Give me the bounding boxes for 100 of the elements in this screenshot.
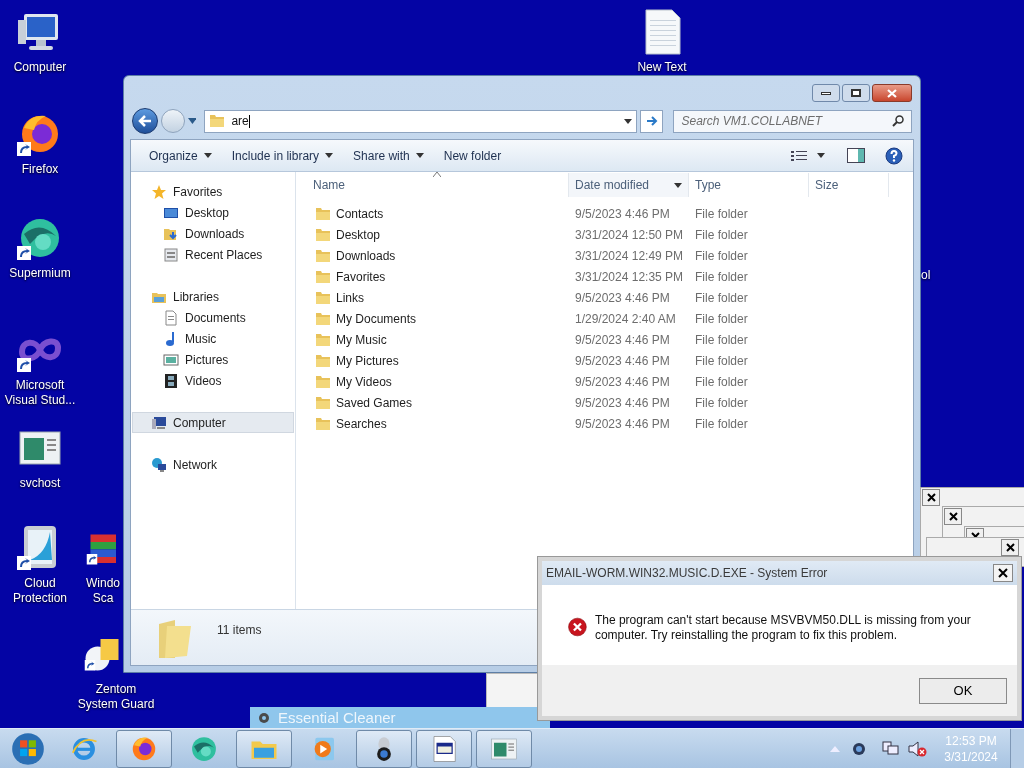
- back-arrow-icon: [137, 115, 152, 127]
- help-icon[interactable]: [885, 146, 903, 165]
- date-cell-text: 9/5/2023 4:46 PM: [574, 352, 671, 370]
- file-row[interactable]: Searches 9/5/2023 4:46 PM File folder: [297, 413, 912, 434]
- ok-button[interactable]: OK: [919, 677, 1007, 704]
- file-name: Downloads: [336, 247, 396, 265]
- nav-item[interactable]: Desktop: [132, 202, 294, 223]
- file-name: Searches: [336, 415, 387, 433]
- file-row[interactable]: My Documents 1/29/2024 2:40 AM File folder: [297, 308, 912, 329]
- taskbar-button[interactable]: [356, 729, 412, 768]
- history-caret-icon: [187, 118, 197, 124]
- toolbar-button[interactable]: Share with: [343, 143, 434, 168]
- caret-icon: [415, 153, 424, 158]
- nav-item[interactable]: Computer: [132, 412, 294, 433]
- search-icon: [892, 115, 904, 127]
- folder-icon: [315, 353, 331, 368]
- icon-label[interactable]: Windo Sca: [84, 576, 122, 606]
- folder-icon: [315, 290, 331, 305]
- file-name: Contacts: [336, 205, 384, 223]
- column-header[interactable]: Size: [809, 173, 889, 197]
- toolbar-button[interactable]: New folder: [433, 143, 512, 168]
- icon-label[interactable]: Zentom System Guard: [74, 682, 158, 712]
- icon-label[interactable]: Computer: [13, 60, 67, 75]
- go-button[interactable]: [639, 109, 664, 133]
- file-row[interactable]: My Music 9/5/2023 4:46 PM File folder: [297, 329, 912, 350]
- nav-item[interactable]: Recent Places: [132, 244, 294, 265]
- date-cell-text: 1/29/2024 2:40 AM: [574, 310, 677, 328]
- monitor-icon: [151, 414, 167, 431]
- close-button[interactable]: [1001, 539, 1019, 556]
- date-cell-text: 3/31/2024 12:50 PM: [574, 226, 685, 244]
- folder-icon: [315, 416, 331, 431]
- toolbar-button[interactable]: Organize: [139, 143, 222, 168]
- file-name: Links: [336, 289, 364, 307]
- file-name: My Music: [336, 331, 387, 349]
- caret-icon: [203, 153, 212, 158]
- nav-item[interactable]: Libraries: [132, 286, 294, 307]
- close-button[interactable]: [922, 489, 940, 506]
- date-cell-text: 9/5/2023 4:46 PM: [574, 205, 671, 223]
- toolbar-button[interactable]: Include in library: [221, 143, 344, 168]
- search-field[interactable]: Search VM1.COLLABNET: [673, 109, 912, 133]
- close-button[interactable]: [944, 508, 962, 525]
- nav-item[interactable]: Documents: [132, 307, 294, 328]
- icon-label[interactable]: Cloud Protection: [0, 576, 80, 606]
- icon-label: ol: [921, 267, 931, 284]
- file-row[interactable]: My Videos 9/5/2023 4:46 PM File folder: [297, 371, 912, 392]
- column-header[interactable]: Type: [689, 173, 809, 197]
- close-button[interactable]: [872, 84, 912, 102]
- type-cell-text: File folder: [694, 226, 749, 244]
- tray-app-icon[interactable]: [852, 741, 866, 756]
- icon-label[interactable]: New Text: [637, 60, 687, 75]
- back-button[interactable]: [132, 108, 158, 134]
- network-globe-icon: [151, 456, 167, 473]
- icon-label[interactable]: Microsoft Visual Stud...: [0, 378, 80, 408]
- address-field[interactable]: are: [204, 109, 637, 133]
- icon-label[interactable]: Supermium: [9, 266, 71, 281]
- close-button[interactable]: [993, 564, 1013, 582]
- file-name: Desktop: [336, 226, 381, 244]
- file-row[interactable]: Contacts 9/5/2023 4:46 PM File folder: [297, 203, 912, 224]
- date-cell-text: 9/5/2023 4:46 PM: [574, 415, 671, 433]
- recent-places-icon: [163, 246, 179, 263]
- nav-item[interactable]: Network: [132, 454, 294, 475]
- file-row[interactable]: Downloads 3/31/2024 12:49 PM File folder: [297, 245, 912, 266]
- folder-icon: [315, 269, 331, 284]
- maximize-button[interactable]: [842, 84, 870, 102]
- sort-caret-icon: [433, 172, 441, 177]
- nav-item[interactable]: Downloads: [132, 223, 294, 244]
- folder-icon: [315, 395, 331, 410]
- muted-speaker-icon[interactable]: [908, 740, 928, 757]
- icon-label[interactable]: svchost: [19, 476, 61, 491]
- file-name: My Pictures: [336, 352, 399, 370]
- nav-item[interactable]: Music: [132, 328, 294, 349]
- nav-item[interactable]: Favorites: [132, 181, 294, 202]
- minimize-button[interactable]: [812, 84, 840, 102]
- folder-icon: [315, 248, 331, 263]
- network-icon[interactable]: [882, 740, 900, 757]
- folder-icon: [315, 374, 331, 389]
- nav-item[interactable]: Pictures: [132, 349, 294, 370]
- file-row[interactable]: Links 9/5/2023 4:46 PM File folder: [297, 287, 912, 308]
- folder-icon: [209, 114, 226, 128]
- nav-item[interactable]: Videos: [132, 370, 294, 391]
- type-cell-text: File folder: [694, 310, 749, 328]
- preview-pane-icon[interactable]: [847, 148, 865, 163]
- file-row[interactable]: My Pictures 9/5/2023 4:46 PM File folder: [297, 350, 912, 371]
- taskbar-button[interactable]: [416, 729, 472, 768]
- caret-icon: [623, 118, 632, 124]
- file-name: My Documents: [336, 310, 417, 328]
- file-row[interactable]: Saved Games 9/5/2023 4:46 PM File folder: [297, 392, 912, 413]
- icon-label[interactable]: Firefox: [21, 162, 59, 177]
- column-header[interactable]: Date modified: [569, 173, 689, 197]
- item-count: 11 items: [217, 622, 262, 639]
- file-row[interactable]: Favorites 3/31/2024 12:35 PM File folder: [297, 266, 912, 287]
- type-cell-text: File folder: [694, 247, 749, 265]
- type-cell-text: File folder: [694, 205, 749, 223]
- document-icon: [163, 309, 179, 326]
- date-cell-text: 9/5/2023 4:46 PM: [574, 373, 671, 391]
- date-cell-text: 9/5/2023 4:46 PM: [574, 394, 671, 412]
- folder-icon: [315, 227, 331, 242]
- picture-icon: [163, 351, 179, 368]
- file-row[interactable]: Desktop 3/31/2024 12:50 PM File folder: [297, 224, 912, 245]
- type-cell-text: File folder: [694, 268, 749, 286]
